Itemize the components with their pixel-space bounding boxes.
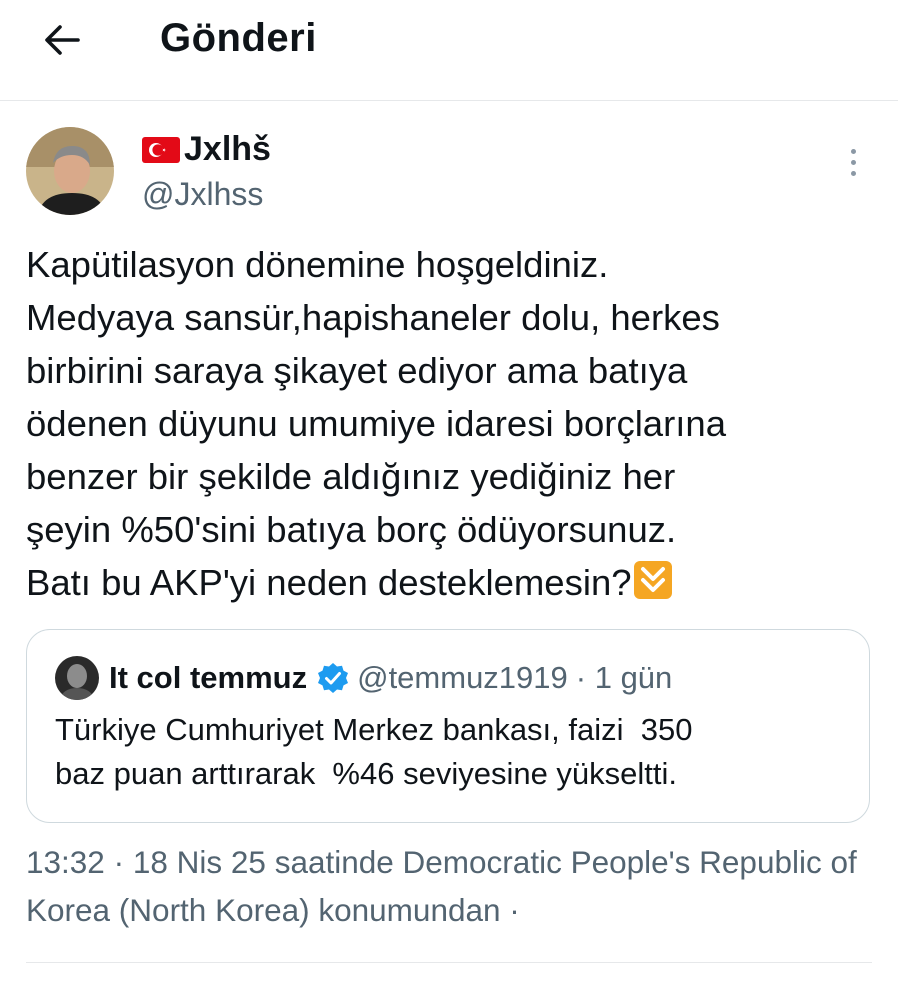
back-button[interactable] [38,18,86,62]
quoted-display-name: It col temmuz [109,660,308,695]
quoted-tweet-card[interactable]: It col temmuz @temmuz1919 · 1 gün Türkiy… [26,629,870,823]
more-dot-icon [850,159,856,165]
double-down-arrow-emoji-icon [633,561,672,599]
top-bar: Gönderi [0,0,898,101]
verified-badge-icon [318,663,349,693]
quoted-text: Türkiye Cumhuriyet Merkez bankası, faizi… [55,712,693,791]
arrow-left-icon [45,25,80,55]
author-name[interactable]: Jxlhš [142,130,271,169]
author-handle[interactable]: @Jxlhss [142,176,263,213]
divider [26,962,872,963]
turkey-flag-icon [142,136,180,163]
quoted-header: It col temmuz @temmuz1919 · 1 gün [109,656,672,700]
quoted-handle: @temmuz1919 [357,660,568,695]
avatar[interactable] [26,127,114,215]
page-title: Gönderi [160,16,317,60]
more-options-button[interactable] [838,140,868,184]
more-dot-icon [850,148,856,154]
meta-separator: · [509,892,520,928]
tweet-time[interactable]: 13:32 [26,844,105,880]
tweet-meta: 13:32 · 18 Nis 25 saatinde Democratic Pe… [26,838,886,934]
tweet-date[interactable]: · 18 Nis 25 [114,844,266,880]
tweet-body: Kapütilasyon dönemine hoşgeldiniz. Medya… [26,244,727,603]
quoted-avatar [55,656,99,700]
quoted-time: · 1 gün [575,660,673,695]
more-dot-icon [850,170,856,176]
display-name: Jxlhš [184,130,271,168]
tweet-text: Kapütilasyon dönemine hoşgeldiniz. Medya… [26,238,876,609]
